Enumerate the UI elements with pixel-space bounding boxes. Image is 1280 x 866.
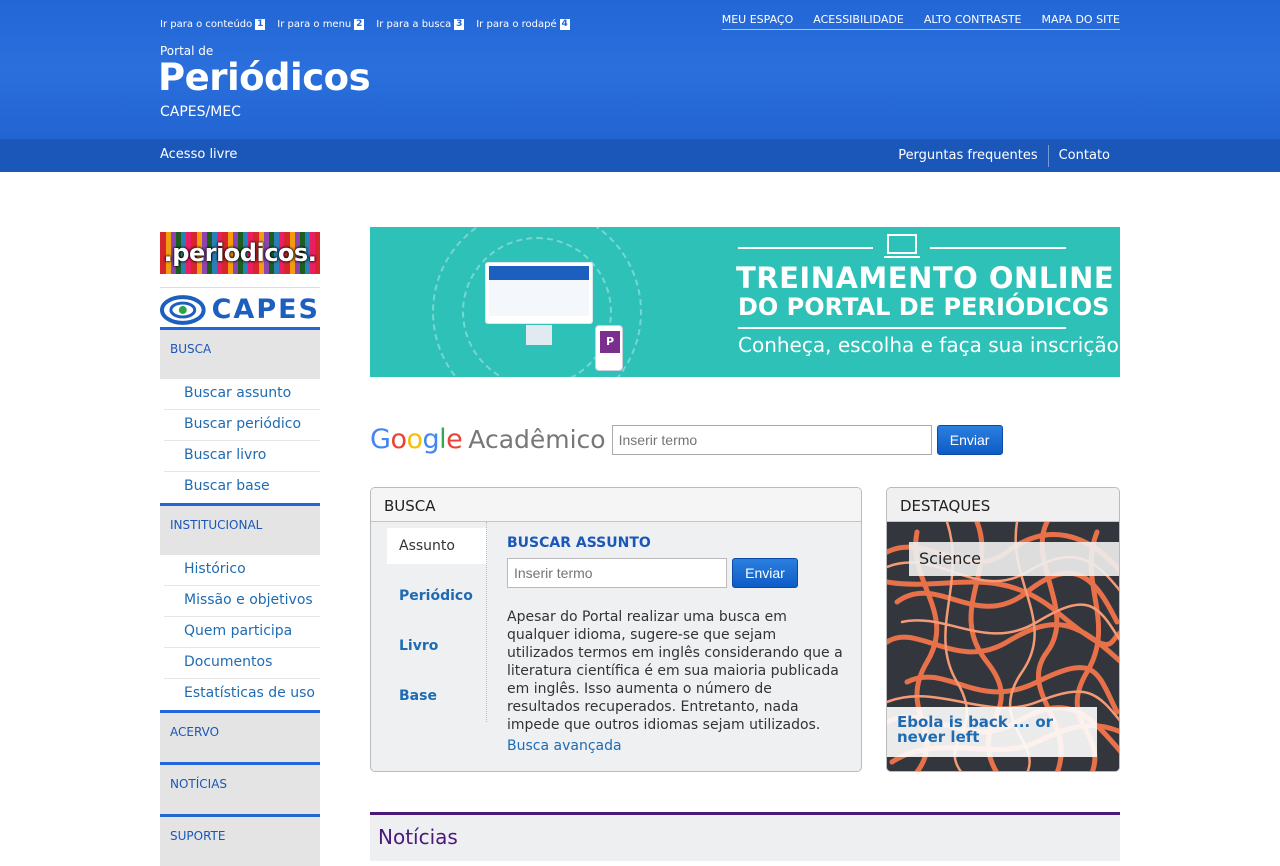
skip-to-footer-link[interactable]: Ir para o rodapé 4 (476, 19, 570, 30)
busca-panel-title: BUSCA (371, 488, 861, 522)
busca-submenu: Buscar assunto Buscar periódico Buscar l… (160, 379, 320, 503)
banner-rule (738, 247, 873, 249)
busca-avancada-link[interactable]: Busca avançada (507, 738, 847, 754)
google-logo: Google (370, 424, 463, 455)
contato-link[interactable]: Contato (1049, 148, 1120, 163)
meu-espaco-link[interactable]: MEU ESPAÇO (722, 13, 794, 26)
academico-label: Acadêmico (468, 425, 606, 454)
noticias-title: Notícias (378, 825, 458, 849)
skip-to-content-link[interactable]: Ir para o conteúdo 1 (160, 19, 266, 30)
site-title[interactable]: Periódicos (158, 56, 371, 99)
access-key-badge: 2 (354, 19, 365, 30)
section-head-suporte[interactable]: SUPORTE (160, 814, 320, 866)
menu-section-noticias: NOTÍCIAS (160, 762, 320, 814)
destaques-title: DESTAQUES (887, 488, 1119, 522)
skip-to-menu-link[interactable]: Ir para o menu 2 (277, 19, 365, 30)
section-head-institucional[interactable]: INSTITUCIONAL (160, 503, 320, 555)
sidebar: .periodicos. CAPES BUSCA Buscar assunto … (160, 232, 320, 866)
section-head-noticias[interactable]: NOTÍCIAS (160, 762, 320, 814)
navbar-right-links: Perguntas frequentes Contato (888, 139, 1120, 172)
tab-periodico[interactable]: Periódico (387, 571, 487, 621)
capes-logo[interactable]: CAPES (160, 287, 320, 327)
banner-subtitle: Conheça, escolha e faça sua inscrição (738, 333, 1119, 357)
site-header: Ir para o conteúdo 1 Ir para o menu 2 Ir p… (0, 0, 1280, 139)
skip-to-search-link[interactable]: Ir para a busca 3 (376, 19, 465, 30)
destaque-source-label: Science (909, 542, 1119, 576)
ebola-featured-image[interactable]: Science Ebola is back ... or never left (887, 522, 1119, 771)
google-scholar-search: Google Acadêmico Enviar (370, 424, 1003, 455)
capes-emblem-icon (160, 294, 206, 325)
perguntas-frequentes-link[interactable]: Perguntas frequentes (888, 148, 1047, 163)
tab-divider (486, 522, 487, 722)
busca-description: Apesar do Portal realizar uma busca em q… (507, 609, 843, 733)
periodicos-logo-text: .periodicos. (163, 239, 317, 267)
sidebar-item-buscar-assunto[interactable]: Buscar assunto (164, 379, 320, 410)
access-key-badge: 1 (255, 19, 266, 30)
menu-section-suporte: SUPORTE (160, 814, 320, 866)
sidebar-item-estatisticas[interactable]: Estatísticas de uso (164, 679, 320, 710)
tab-livro[interactable]: Livro (387, 621, 487, 671)
capes-logo-text: CAPES (211, 294, 320, 325)
periodicos-logo[interactable]: .periodicos. (160, 232, 320, 274)
sidebar-item-buscar-periodico[interactable]: Buscar periódico (164, 410, 320, 441)
busca-input[interactable] (507, 558, 727, 588)
buscar-assunto-heading: BUSCAR ASSUNTO (507, 535, 651, 551)
busca-form: Enviar (507, 558, 847, 588)
destaques-panel: DESTAQUES Science Ebola is back ... or n… (886, 487, 1120, 772)
mapa-do-site-link[interactable]: MAPA DO SITE (1042, 13, 1121, 26)
access-key-badge: 3 (454, 19, 465, 30)
banner-title-line2: DO PORTAL DE PERIÓDICOS (738, 293, 1110, 321)
sidebar-item-buscar-livro[interactable]: Buscar livro (164, 441, 320, 472)
top-links: MEU ESPAÇO ACESSIBILIDADE ALTO CONTRASTE… (721, 13, 1121, 30)
alto-contraste-link[interactable]: ALTO CONTRASTE (924, 13, 1022, 26)
skip-link-label: Ir para o conteúdo (160, 19, 253, 30)
busca-submit-button[interactable]: Enviar (732, 558, 798, 588)
busca-content: BUSCAR ASSUNTO Enviar Apesar do Portal r… (507, 535, 847, 754)
scholar-submit-button[interactable]: Enviar (936, 424, 1003, 455)
monitor-illustration (485, 262, 593, 324)
monitor-stand-illustration (526, 325, 552, 345)
skip-link-label: Ir para o menu (277, 19, 352, 30)
tab-assunto[interactable]: Assunto (387, 528, 487, 564)
acessibilidade-link[interactable]: ACESSIBILIDADE (813, 13, 904, 26)
scholar-search-input[interactable] (611, 424, 932, 455)
training-banner[interactable]: P TREINAMENTO ONLINE DO PORTAL DE PERIÓD… (370, 227, 1120, 377)
banner-rule (738, 327, 1066, 329)
skip-link-label: Ir para a busca (376, 19, 452, 30)
section-head-acervo[interactable]: ACERVO (160, 710, 320, 762)
destaque-caption-link[interactable]: Ebola is back ... or never left (887, 707, 1097, 757)
tab-base[interactable]: Base (387, 671, 487, 721)
site-subtitle: CAPES/MEC (160, 104, 241, 120)
banner-rule (930, 247, 1066, 249)
sidebar-item-historico[interactable]: Histórico (164, 555, 320, 586)
sidebar-item-documentos[interactable]: Documentos (164, 648, 320, 679)
institucional-submenu: Histórico Missão e objetivos Quem partic… (160, 555, 320, 710)
sidebar-item-quem-participa[interactable]: Quem participa (164, 617, 320, 648)
busca-tabs: Assunto Periódico Livro Base (387, 528, 487, 721)
noticias-section: Notícias (370, 812, 1120, 861)
skip-link-label: Ir para o rodapé (476, 19, 557, 30)
skip-links: Ir para o conteúdo 1 Ir para o menu 2 Ir p… (160, 19, 570, 30)
top-navbar: Acesso livre Perguntas frequentes Contat… (0, 139, 1280, 172)
busca-panel: BUSCA Assunto Periódico Livro Base BUSCA… (370, 487, 862, 772)
laptop-icon (884, 234, 920, 258)
menu-section-busca: BUSCA Buscar assunto Buscar periódico Bu… (160, 327, 320, 503)
banner-title-line1: TREINAMENTO ONLINE (736, 261, 1115, 295)
section-head-busca[interactable]: BUSCA (160, 327, 320, 379)
sidebar-item-missao[interactable]: Missão e objetivos (164, 586, 320, 617)
menu-section-acervo: ACERVO (160, 710, 320, 762)
access-key-badge: 4 (559, 19, 570, 30)
phone-illustration: P (595, 325, 623, 371)
menu-section-institucional: INSTITUCIONAL Histórico Missão e objetiv… (160, 503, 320, 710)
sidebar-item-buscar-base[interactable]: Buscar base (164, 472, 320, 503)
acesso-livre-link[interactable]: Acesso livre (160, 147, 237, 162)
